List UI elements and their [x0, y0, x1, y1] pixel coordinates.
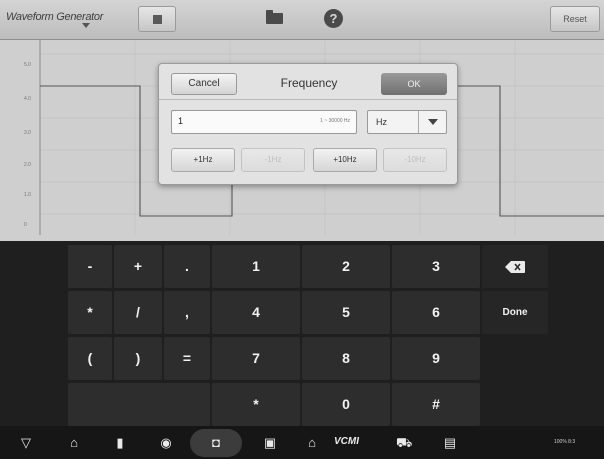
key-0[interactable]: 0 — [302, 383, 390, 426]
done-button[interactable]: Done — [482, 291, 548, 334]
top-toolbar: Waveform Generator ? Reset — [0, 0, 604, 40]
key-3[interactable]: 3 — [392, 245, 480, 288]
unit-select[interactable]: Hz — [367, 110, 447, 134]
frequency-input[interactable]: 1 1 ~ 30000 Hz — [171, 110, 357, 134]
key-8[interactable]: 8 — [302, 337, 390, 380]
key-plus[interactable]: + — [114, 245, 162, 288]
dialog-title: Frequency — [280, 76, 338, 90]
scanner-icon[interactable]: ▤ — [442, 435, 458, 451]
key-space[interactable] — [68, 383, 210, 426]
home-icon[interactable]: ⌂ — [66, 435, 82, 451]
help-icon: ? — [324, 9, 343, 28]
cancel-button[interactable]: Cancel — [171, 73, 237, 95]
key-comma[interactable]: , — [164, 291, 210, 334]
key-asterisk[interactable]: * — [68, 291, 112, 334]
key-5[interactable]: 5 — [302, 291, 390, 334]
browser-icon[interactable]: ◉ — [158, 435, 174, 451]
key-2[interactable]: 2 — [302, 245, 390, 288]
key-close-paren[interactable]: ) — [114, 337, 162, 380]
reset-button[interactable]: Reset — [550, 6, 600, 32]
plus-1hz-button[interactable]: +1Hz — [171, 148, 235, 172]
app-title: Waveform Generator — [6, 11, 104, 23]
y-tick-label: 2.0 — [24, 162, 31, 168]
backspace-button[interactable] — [482, 245, 548, 288]
key-minus[interactable]: - — [68, 245, 112, 288]
key-slash[interactable]: / — [114, 291, 162, 334]
y-tick-label: 4.0 — [24, 96, 31, 102]
key-6[interactable]: 6 — [392, 291, 480, 334]
backspace-icon — [505, 261, 525, 274]
screen-record-icon[interactable]: ▣ — [262, 435, 278, 451]
frequency-value: 1 — [178, 116, 184, 126]
unit-value: Hz — [376, 117, 387, 127]
frequency-dialog: Cancel Frequency OK 1 1 ~ 30000 Hz Hz +1… — [158, 63, 458, 185]
y-tick-label: 5.0 — [24, 62, 31, 68]
minus-10hz-button[interactable]: -10Hz — [383, 148, 447, 172]
system-navbar: ▽ ⌂ ▮ ◉ ◘ ▣ ⌂ VCMI ⛟ ▤ 100% 8:3 — [0, 426, 604, 459]
recent-apps-icon[interactable]: ▮ — [112, 435, 128, 451]
key-equals[interactable]: = — [164, 337, 210, 380]
y-tick-label: 0 — [24, 222, 27, 228]
plus-10hz-button[interactable]: +10Hz — [313, 148, 377, 172]
vcmi-icon[interactable]: VCMI — [334, 436, 359, 447]
screen: Waveform Generator ? Reset 5.0 4.0 3.0 2… — [0, 0, 604, 459]
key-1[interactable]: 1 — [212, 245, 300, 288]
frequency-range-hint: 1 ~ 30000 Hz — [320, 118, 350, 124]
ok-button[interactable]: OK — [381, 73, 447, 95]
dialog-header: Cancel Frequency OK — [159, 64, 457, 100]
status-indicators: 100% 8:3 — [554, 439, 576, 445]
key-open-paren[interactable]: ( — [68, 337, 112, 380]
camera-icon: ◘ — [212, 435, 220, 450]
key-7[interactable]: 7 — [212, 337, 300, 380]
minus-1hz-button[interactable]: -1Hz — [241, 148, 305, 172]
key-4[interactable]: 4 — [212, 291, 300, 334]
back-icon[interactable]: ▽ — [18, 435, 34, 451]
dropdown-arrow-icon[interactable] — [82, 23, 90, 28]
key-hash[interactable]: # — [392, 383, 480, 426]
camera-button[interactable]: ◘ — [190, 429, 242, 457]
stop-button[interactable] — [138, 6, 176, 32]
chevron-down-icon[interactable] — [418, 111, 446, 133]
car-icon[interactable]: ⛟ — [396, 435, 412, 451]
home-garage-icon[interactable]: ⌂ — [304, 435, 320, 451]
key-9[interactable]: 9 — [392, 337, 480, 380]
folder-icon — [266, 10, 283, 24]
open-folder-button[interactable] — [260, 6, 290, 32]
key-star[interactable]: * — [212, 383, 300, 426]
numeric-keypad: - + . 1 2 3 * / , 4 5 6 Done ( ) = 7 8 9… — [0, 241, 604, 426]
y-tick-label: 1.0 — [24, 192, 31, 198]
help-button[interactable]: ? — [318, 6, 348, 32]
stop-icon — [153, 15, 162, 24]
y-tick-label: 3.0 — [24, 130, 31, 136]
key-dot[interactable]: . — [164, 245, 210, 288]
